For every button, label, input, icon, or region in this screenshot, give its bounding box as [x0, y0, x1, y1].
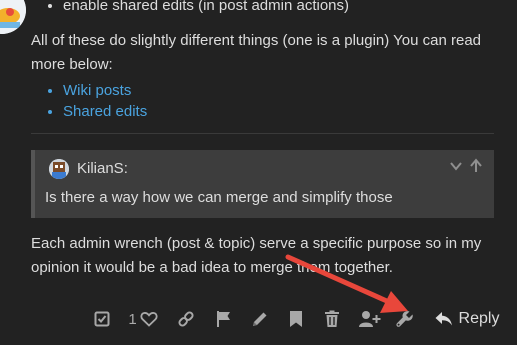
post-paragraph: All of these do slightly different thing…	[31, 32, 482, 73]
flag-icon	[216, 310, 232, 328]
admin-wrench-button[interactable]	[392, 302, 418, 336]
like-count: 1	[128, 310, 137, 328]
reply-icon	[435, 311, 453, 327]
reply-label: Reply	[458, 310, 500, 327]
list-item: Wiki posts	[63, 80, 147, 101]
select-post-button[interactable]	[88, 302, 116, 336]
bullet-list: enable shared edits (in post admin actio…	[49, 0, 349, 16]
edit-button[interactable]	[247, 302, 273, 336]
quote-author: KilianS:	[77, 160, 128, 177]
quote-controls	[448, 158, 486, 176]
wrench-icon	[396, 310, 414, 328]
wiki-posts-link[interactable]: Wiki posts	[63, 82, 131, 99]
quote-avatar[interactable]	[49, 159, 69, 179]
list-item: Shared edits	[63, 101, 147, 122]
post-actions: 1 Reply	[0, 302, 517, 336]
pencil-icon	[251, 310, 269, 328]
bullet-item: enable shared edits (in post admin actio…	[63, 0, 349, 16]
bookmark-icon	[289, 310, 303, 328]
select-post-icon	[94, 311, 110, 327]
invite-button[interactable]	[355, 302, 385, 336]
delete-button[interactable]	[319, 302, 345, 336]
heart-icon	[140, 311, 158, 327]
reply-button[interactable]: Reply	[432, 302, 502, 336]
divider	[31, 133, 494, 134]
like-button[interactable]: 1	[124, 302, 162, 336]
arrow-up-icon[interactable]	[468, 158, 484, 179]
quote-block: KilianS: Is there a way how we can merge…	[31, 150, 494, 218]
quote-text: Is there a way how we can merge and simp…	[45, 189, 393, 206]
avatar[interactable]	[0, 0, 26, 34]
link-icon	[177, 310, 195, 328]
shared-edits-link[interactable]: Shared edits	[63, 103, 147, 120]
trash-icon	[324, 310, 340, 328]
link-list: Wiki posts Shared edits	[49, 80, 147, 122]
chevron-down-icon[interactable]	[448, 158, 464, 179]
add-user-icon	[359, 310, 381, 328]
copy-link-button[interactable]	[173, 302, 199, 336]
reply-paragraph: Each admin wrench (post & topic) serve a…	[31, 235, 482, 276]
bookmark-button[interactable]	[283, 302, 309, 336]
flag-button[interactable]	[211, 302, 237, 336]
